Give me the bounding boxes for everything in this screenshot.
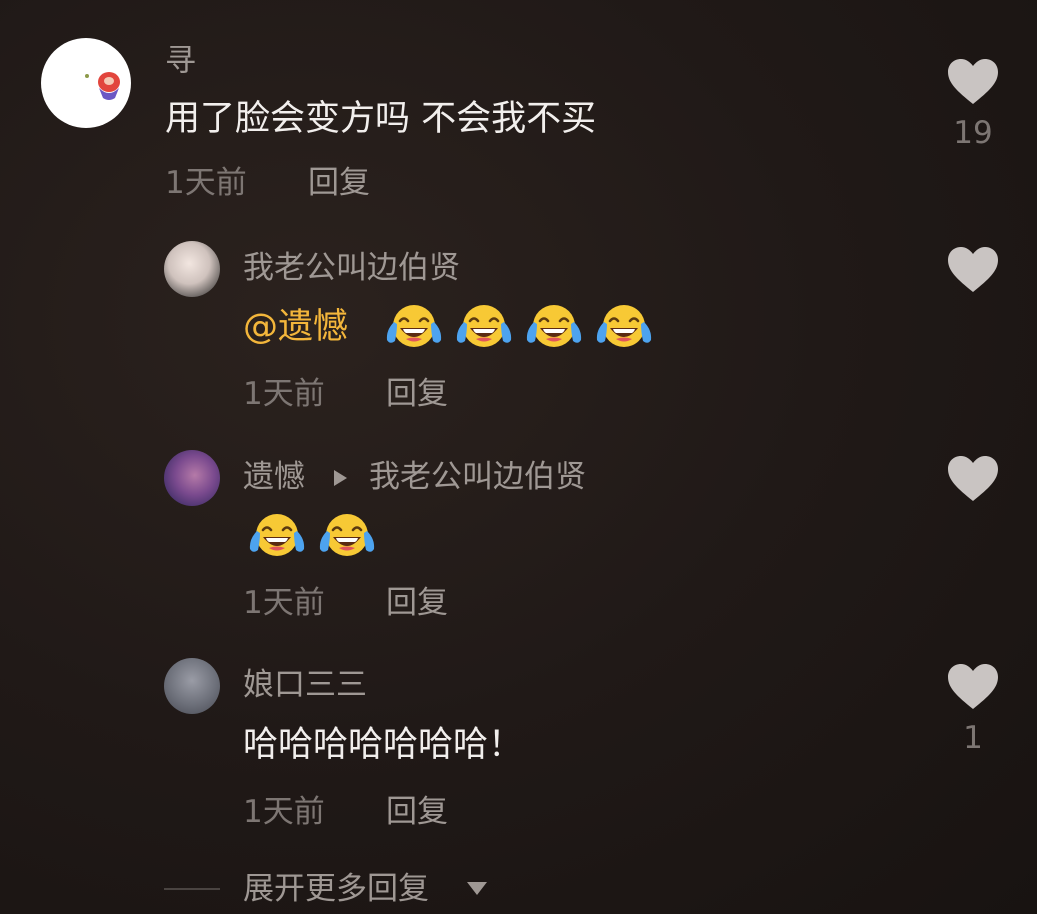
reply-username[interactable]: 我老公叫边伯贤: [243, 253, 460, 284]
tears-of-joy-emoji: [593, 302, 655, 350]
sticker-icon: [85, 72, 120, 100]
reply-timestamp: 1天前: [243, 794, 325, 830]
tears-of-joy-emoji: [453, 302, 515, 350]
reply-username[interactable]: 遗憾: [243, 462, 305, 493]
avatar[interactable]: [164, 241, 220, 297]
like-count: 19: [953, 115, 993, 151]
mention-link[interactable]: @遗憾: [243, 310, 348, 345]
reply-timestamp: 1天前: [243, 376, 325, 412]
avatar[interactable]: [164, 450, 220, 506]
comment-username[interactable]: 寻: [165, 46, 196, 77]
comment-timestamp: 1天前: [165, 165, 247, 201]
tears-of-joy-emoji: [316, 511, 378, 559]
tears-of-joy-emoji: [246, 511, 308, 559]
comment-thread: 寻 用了脸会变方吗 不会我不买 1天前 回复 19 我老公叫边伯贤 @遗憾 1天…: [0, 0, 1037, 914]
reply-button[interactable]: 回复: [308, 168, 370, 199]
avatar[interactable]: [41, 38, 131, 128]
avatar[interactable]: [164, 658, 220, 714]
reply-text: 哈哈哈哈哈哈哈！: [243, 725, 524, 765]
tears-of-joy-emoji: [383, 302, 445, 350]
divider: [164, 888, 220, 890]
reply-timestamp: 1天前: [243, 585, 325, 621]
heart-icon[interactable]: [947, 58, 999, 106]
chevron-down-icon[interactable]: [467, 882, 487, 895]
reply-button[interactable]: 回复: [386, 797, 448, 828]
reply-target-username[interactable]: 我老公叫边伯贤: [369, 462, 586, 493]
comment-text: 用了脸会变方吗 不会我不买: [165, 99, 597, 139]
heart-icon[interactable]: [947, 246, 999, 294]
reply-button[interactable]: 回复: [386, 379, 448, 410]
reply-button[interactable]: 回复: [386, 588, 448, 619]
like-count: 1: [963, 720, 983, 756]
reply-arrow-icon: [334, 470, 347, 486]
tears-of-joy-emoji: [523, 302, 585, 350]
expand-more-replies-button[interactable]: 展开更多回复: [243, 874, 429, 905]
heart-icon[interactable]: [947, 663, 999, 711]
heart-icon[interactable]: [947, 455, 999, 503]
reply-username[interactable]: 娘口三三: [243, 670, 367, 701]
